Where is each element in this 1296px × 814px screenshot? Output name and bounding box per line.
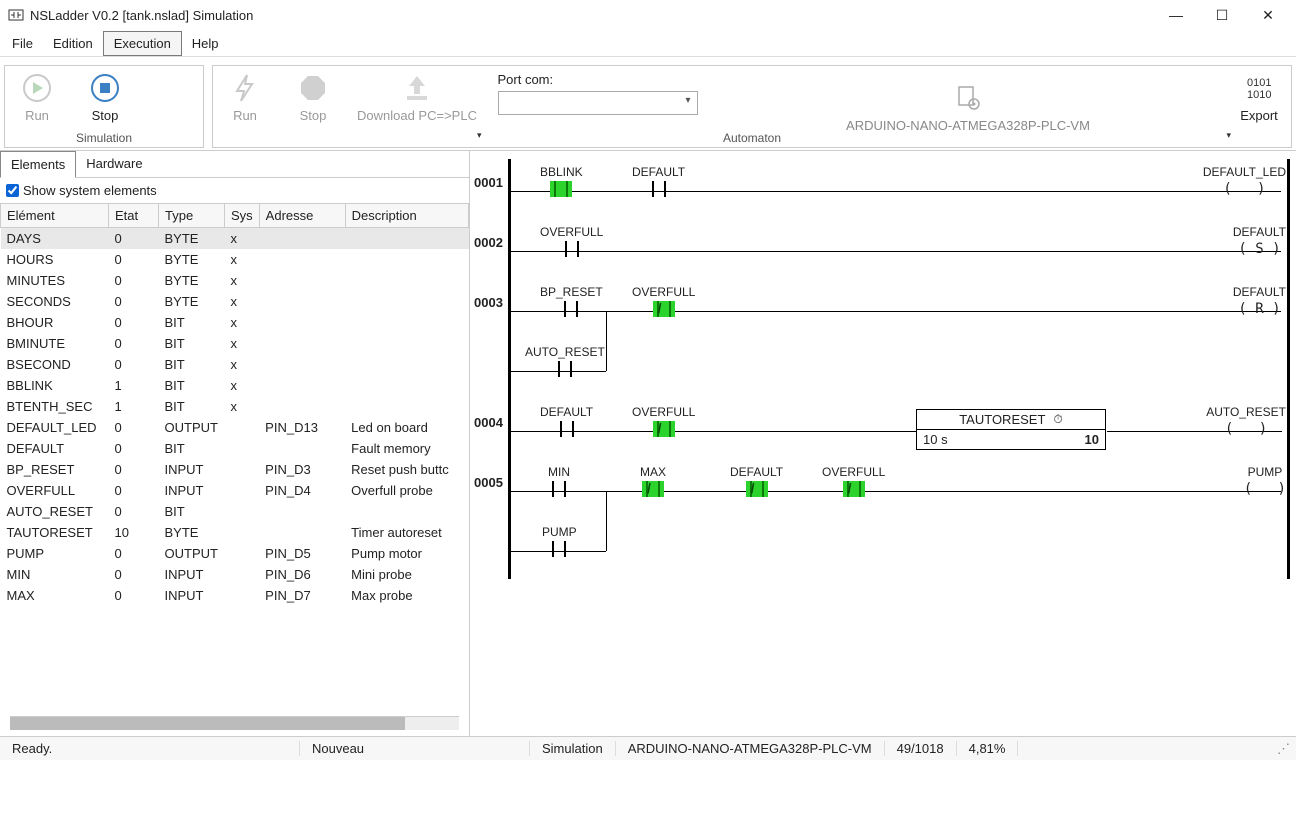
port-label: Port com: xyxy=(498,72,698,87)
status-plc: ARDUINO-NANO-ATMEGA328P-PLC-VM xyxy=(616,741,885,756)
maximize-button[interactable]: ☐ xyxy=(1208,7,1236,24)
contact-default[interactable]: DEFAULT xyxy=(632,165,685,197)
contact-default[interactable]: DEFAULT xyxy=(540,405,593,437)
play-icon xyxy=(21,72,53,104)
contact-auto-reset[interactable]: AUTO_RESET xyxy=(525,345,605,377)
th-etat[interactable]: Etat xyxy=(109,204,159,228)
statusbar: Ready. Nouveau Simulation ARDUINO-NANO-A… xyxy=(0,736,1296,760)
clock-icon: ⏱ xyxy=(1053,412,1062,427)
status-ready: Ready. xyxy=(0,741,300,756)
ladder-diagram[interactable]: 0001 BBLINK DEFAULT DEFAULT_LED ( ) 0002… xyxy=(470,151,1296,736)
sim-stop-button[interactable]: Stop xyxy=(81,72,129,123)
rung-number: 0004 xyxy=(474,415,503,430)
auto-group-label: Automaton xyxy=(213,131,1291,145)
left-panel: Elements Hardware Show system elements E… xyxy=(0,151,470,736)
contact-max-nc[interactable]: MAX / xyxy=(640,465,666,497)
status-nouveau: Nouveau xyxy=(300,741,530,756)
contact-overfull-nc[interactable]: OVERFULL / xyxy=(632,405,695,437)
export-button[interactable]: 01011010 Export xyxy=(1235,72,1283,123)
contact-bblink[interactable]: BBLINK xyxy=(540,165,583,197)
menu-edition[interactable]: Edition xyxy=(43,32,103,55)
tab-hardware[interactable]: Hardware xyxy=(76,151,152,177)
th-sys[interactable]: Sys xyxy=(225,204,260,228)
coil-default-reset[interactable]: DEFAULT ( R ) xyxy=(1233,285,1286,317)
minimize-button[interactable]: — xyxy=(1162,7,1190,24)
auto-run-button[interactable]: Run xyxy=(221,72,269,123)
contact-pump[interactable]: PUMP xyxy=(542,525,577,557)
table-row[interactable]: BBLINK1BITx xyxy=(1,375,469,396)
show-system-label: Show system elements xyxy=(23,183,157,198)
contact-bp-reset[interactable]: BP_RESET xyxy=(540,285,603,317)
tab-elements[interactable]: Elements xyxy=(0,151,76,178)
elements-table[interactable]: Elément Etat Type Sys Adresse Descriptio… xyxy=(0,203,469,710)
rung-number: 0005 xyxy=(474,475,503,490)
close-button[interactable]: ✕ xyxy=(1254,7,1282,24)
svg-text:1010: 1010 xyxy=(1247,89,1271,101)
rung-number: 0002 xyxy=(474,235,503,250)
table-row[interactable]: BTENTH_SEC1BITx xyxy=(1,396,469,417)
th-element[interactable]: Elément xyxy=(1,204,109,228)
lightning-icon xyxy=(229,72,261,104)
rung-number: 0001 xyxy=(474,175,503,190)
download-button[interactable]: Download PC=>PLC xyxy=(357,72,477,123)
table-row[interactable]: TAUTORESET10BYTETimer autoreset xyxy=(1,522,469,543)
th-description[interactable]: Description xyxy=(345,204,468,228)
table-row[interactable]: DEFAULT_LED0OUTPUTPIN_D13Led on board xyxy=(1,417,469,438)
status-pct: 4,81% xyxy=(957,741,1019,756)
table-row[interactable]: DAYS0BYTEx xyxy=(1,228,469,250)
window-title: NSLadder V0.2 [tank.nslad] Simulation xyxy=(30,8,253,23)
table-row[interactable]: MINUTES0BYTEx xyxy=(1,270,469,291)
svg-text:0101: 0101 xyxy=(1247,77,1271,89)
table-row[interactable]: DEFAULT0BITFault memory xyxy=(1,438,469,459)
contact-default-nc[interactable]: DEFAULT / xyxy=(730,465,783,497)
menu-help[interactable]: Help xyxy=(182,32,229,55)
titlebar: NSLadder V0.2 [tank.nslad] Simulation — … xyxy=(0,0,1296,30)
table-row[interactable]: BSECOND0BITx xyxy=(1,354,469,375)
menu-file[interactable]: File xyxy=(2,32,43,55)
sim-group-label: Simulation xyxy=(5,131,203,145)
resize-grip[interactable]: ⋰ xyxy=(1271,741,1296,757)
table-row[interactable]: HOURS0BYTEx xyxy=(1,249,469,270)
th-type[interactable]: Type xyxy=(159,204,225,228)
table-row[interactable]: PUMP0OUTPUTPIN_D5Pump motor xyxy=(1,543,469,564)
contact-overfull-nc[interactable]: OVERFULL / xyxy=(822,465,885,497)
table-row[interactable]: MAX0INPUTPIN_D7Max probe xyxy=(1,585,469,606)
contact-min[interactable]: MIN xyxy=(548,465,570,497)
table-row[interactable]: BP_RESET0INPUTPIN_D3Reset push buttc xyxy=(1,459,469,480)
timer-tautoreset[interactable]: TAUTORESET ⏱ 10 s 10 xyxy=(916,409,1106,450)
th-adresse[interactable]: Adresse xyxy=(259,204,345,228)
menubar: File Edition Execution Help xyxy=(0,30,1296,57)
show-system-checkbox[interactable] xyxy=(6,184,19,197)
contact-overfull-nc[interactable]: OVERFULL / xyxy=(632,285,695,317)
table-row[interactable]: MIN0INPUTPIN_D6Mini probe xyxy=(1,564,469,585)
coil-default-set[interactable]: DEFAULT ( S ) xyxy=(1233,225,1286,257)
ribbon: Run Stop Simulation Run St xyxy=(0,57,1296,151)
coil-pump[interactable]: PUMP ( ) xyxy=(1244,465,1286,497)
table-row[interactable]: SECONDS0BYTEx xyxy=(1,291,469,312)
document-gear-icon xyxy=(954,84,982,112)
horizontal-scrollbar[interactable] xyxy=(10,716,459,730)
status-mem: 49/1018 xyxy=(885,741,957,756)
table-row[interactable]: AUTO_RESET0BIT xyxy=(1,501,469,522)
table-row[interactable]: OVERFULL0INPUTPIN_D4Overfull probe xyxy=(1,480,469,501)
upload-icon xyxy=(401,72,433,104)
status-mode: Simulation xyxy=(530,741,616,756)
stop-octagon-icon xyxy=(297,72,329,104)
port-combo[interactable] xyxy=(498,91,698,115)
auto-stop-button[interactable]: Stop xyxy=(289,72,337,123)
menu-execution[interactable]: Execution xyxy=(103,31,182,56)
table-row[interactable]: BHOUR0BITx xyxy=(1,312,469,333)
coil-auto-reset[interactable]: AUTO_RESET ( ) xyxy=(1206,405,1286,437)
stop-icon xyxy=(89,72,121,104)
app-icon xyxy=(8,7,24,23)
sim-run-button[interactable]: Run xyxy=(13,72,61,123)
table-row[interactable]: BMINUTE0BITx xyxy=(1,333,469,354)
contact-overfull[interactable]: OVERFULL xyxy=(540,225,603,257)
coil-default-led[interactable]: DEFAULT_LED ( ) xyxy=(1203,165,1286,197)
binary-icon: 01011010 xyxy=(1243,72,1275,104)
rung-number: 0003 xyxy=(474,295,503,310)
